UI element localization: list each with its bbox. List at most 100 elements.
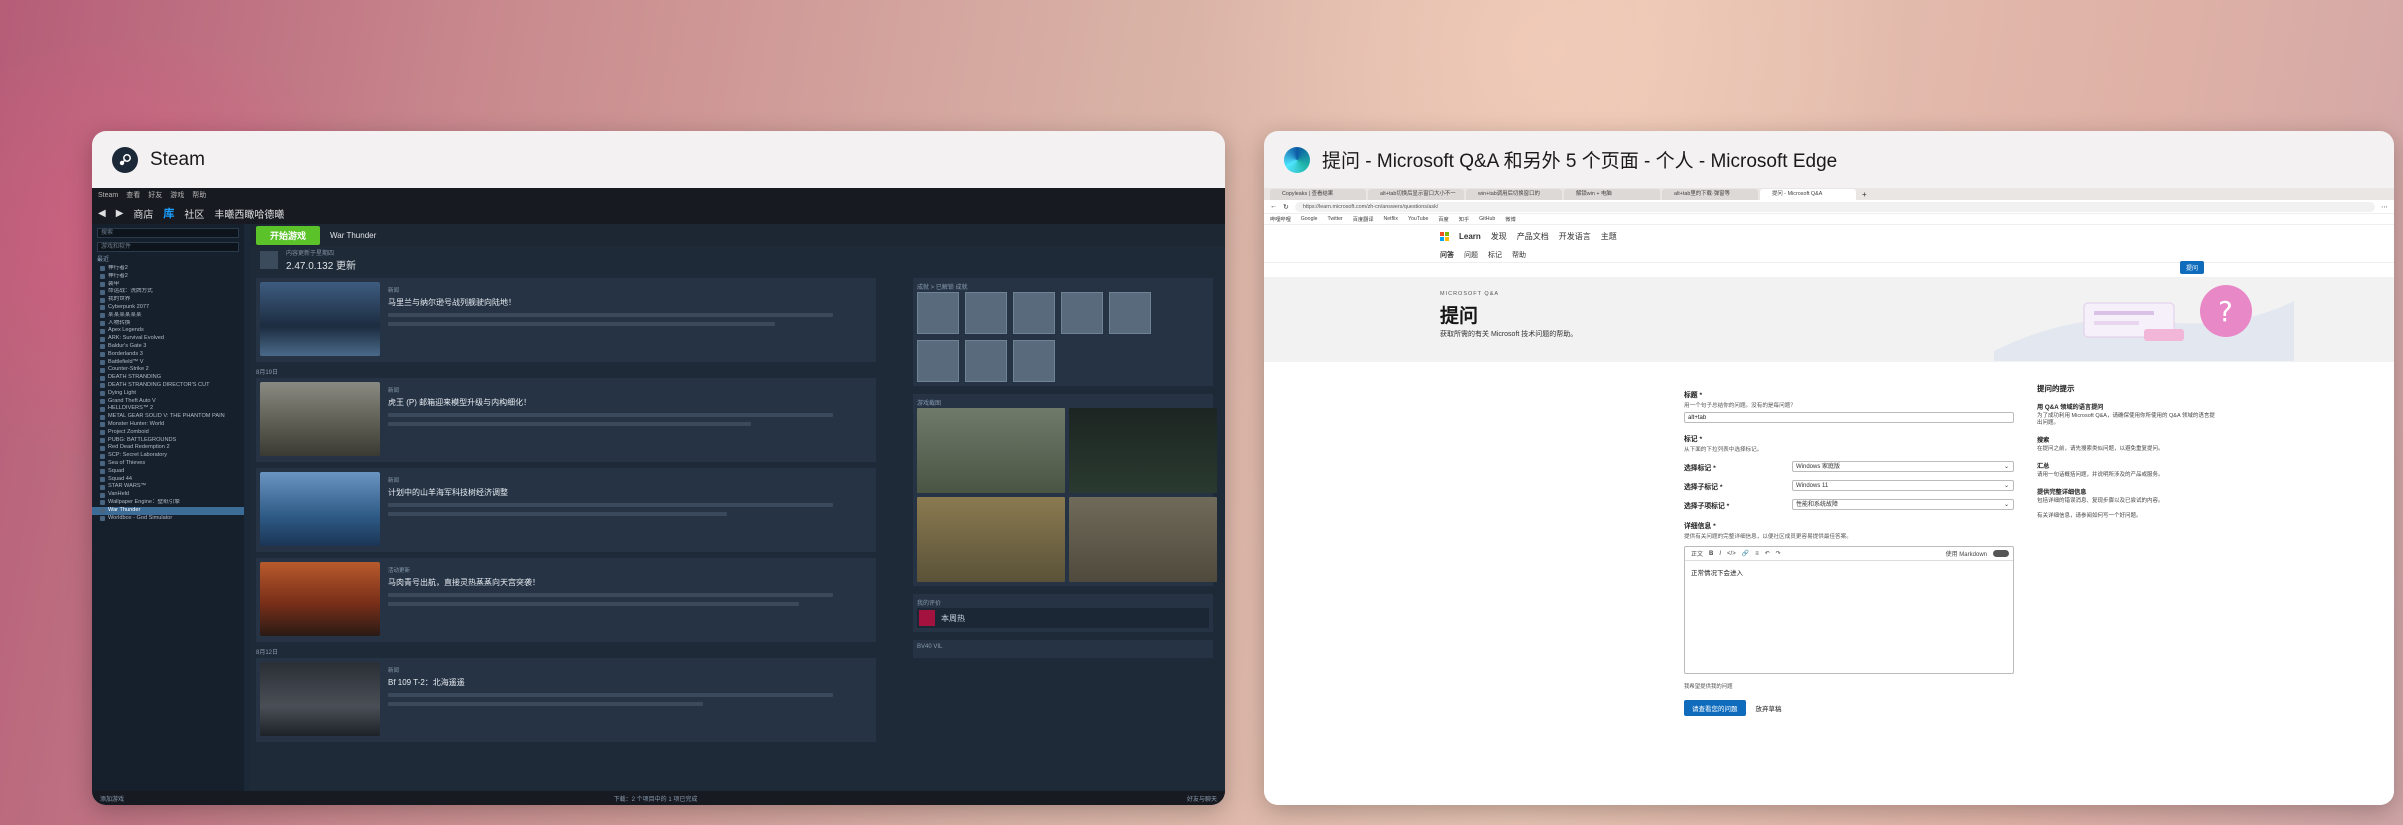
- favorite-link[interactable]: Netflix: [1384, 216, 1398, 222]
- notify-checkbox[interactable]: 我希望提供我的问题: [1684, 682, 2014, 690]
- bold-icon[interactable]: B: [1709, 551, 1713, 557]
- sidebar-game-item[interactable]: Project Zomboid: [92, 429, 244, 437]
- learn-menu-item[interactable]: 产品文档: [1517, 231, 1549, 242]
- sidebar-game-item[interactable]: Counter-Strike 2: [92, 366, 244, 374]
- sidebar-game-item[interactable]: Apex Legends: [92, 327, 244, 335]
- screenshot-thumb[interactable]: [1069, 497, 1217, 582]
- menu-item[interactable]: 帮助: [192, 190, 206, 200]
- learn-menu-item[interactable]: 发现: [1491, 231, 1507, 242]
- edge-window-thumbnail[interactable]: 提问 - Microsoft Q&A 和另外 5 个页面 - 个人 - Micr…: [1264, 131, 2394, 805]
- sidebar-game-item[interactable]: 神行者2: [92, 265, 244, 273]
- sidebar-game-item[interactable]: War Thunder: [92, 506, 244, 515]
- sidebar-game-item[interactable]: Red Dead Redemption 2: [92, 444, 244, 452]
- learn-menu-item[interactable]: 开发语言: [1559, 231, 1591, 242]
- sidebar-game-item[interactable]: Dying Light: [92, 390, 244, 398]
- favorite-link[interactable]: 微博: [1505, 216, 1515, 223]
- sidebar-game-item[interactable]: STAR WARS™: [92, 483, 244, 491]
- discard-draft-button[interactable]: 放弃草稿: [1756, 703, 1782, 713]
- activity-panel[interactable]: 我的评价 本周热: [913, 594, 1213, 632]
- refresh-icon[interactable]: ↻: [1283, 203, 1289, 211]
- sidebar-game-item[interactable]: 神行者2: [92, 273, 244, 281]
- sidebar-game-item[interactable]: Wallpaper Engine：壁纸引擎: [92, 499, 244, 507]
- italic-icon[interactable]: I: [1719, 551, 1721, 557]
- screenshot-thumb[interactable]: [917, 497, 1065, 582]
- sidebar-game-item[interactable]: Battlefield™ V: [92, 359, 244, 367]
- download-status[interactable]: 下载：2 个项目中的 1 项已完成: [614, 794, 698, 803]
- back-arrow-icon[interactable]: ◀: [98, 208, 106, 219]
- sidebar-game-item[interactable]: Monster Hunter: World: [92, 421, 244, 429]
- news-card[interactable]: 新闻 计划中的山羊海军科技树经济调整: [256, 468, 876, 552]
- subnav-item[interactable]: 问答: [1440, 250, 1454, 260]
- nav-community[interactable]: 社区: [184, 206, 204, 221]
- childtag-select[interactable]: 性能和系统故障 ⌄: [1792, 499, 2014, 510]
- achievements-panel[interactable]: 成就 > 已解锁 成就: [913, 278, 1213, 386]
- sidebar-game-item[interactable]: Baldur's Gate 3: [92, 343, 244, 351]
- details-editor[interactable]: 正文 B I </> 🔗 ≡ ↶ ↷ 使用 Markdown 正常情况下会进入: [1684, 546, 2014, 674]
- nav-store[interactable]: 商店: [133, 206, 153, 221]
- forward-arrow-icon[interactable]: ▶: [116, 208, 124, 219]
- sidebar-game-item[interactable]: 装甲: [92, 281, 244, 289]
- menu-item[interactable]: 好友: [148, 190, 162, 200]
- tips-footer-link[interactable]: 有关详细信息，请参阅如何写一个好问题。: [2037, 513, 2217, 520]
- editor-content[interactable]: 正常情况下会进入: [1685, 561, 2013, 583]
- achievement-badge[interactable]: [1013, 292, 1055, 334]
- browser-tab[interactable]: alt+tab切换后显示窗口大小不一: [1368, 189, 1464, 200]
- sidebar-game-item[interactable]: 命运战：洗牌方式: [92, 288, 244, 296]
- steam-window-thumbnail[interactable]: Steam Steam 查看 好友 游戏 帮助 ◀ ▶ 商店 库 社区 丰曦西瞰…: [92, 131, 1225, 805]
- library-search-input[interactable]: 搜索: [97, 228, 239, 238]
- microsoft-logo-icon[interactable]: [1440, 231, 1449, 241]
- sidebar-game-item[interactable]: 我的世界: [92, 296, 244, 304]
- subnav-item[interactable]: 帮助: [1512, 250, 1526, 260]
- achievement-badge[interactable]: [1061, 292, 1103, 334]
- subnav-item[interactable]: 标记: [1488, 250, 1502, 260]
- nav-profile[interactable]: 丰曦西瞰哈德曦: [214, 206, 284, 221]
- sidebar-game-item[interactable]: Borderlands 3: [92, 351, 244, 359]
- friends-panel[interactable]: BV40 VIL: [913, 640, 1213, 658]
- add-game-button[interactable]: 添加游戏: [100, 794, 124, 803]
- text-style-dropdown[interactable]: 正文: [1691, 549, 1703, 558]
- achievement-badge[interactable]: [917, 292, 959, 334]
- sidebar-game-item[interactable]: DEATH STRANDING DIRECTOR'S CUT: [92, 382, 244, 390]
- address-input[interactable]: https://learn.microsoft.com/zh-cn/answer…: [1294, 201, 2375, 212]
- learn-brand[interactable]: Learn: [1459, 232, 1481, 241]
- sidebar-game-item[interactable]: 某某某某某某: [92, 312, 244, 320]
- browser-tab[interactable]: win+tab调用后切换窗口的: [1466, 189, 1562, 200]
- browser-tab[interactable]: Copyleaks | 查看结果: [1270, 189, 1366, 200]
- subnav-item[interactable]: 问题: [1464, 250, 1478, 260]
- update-banner[interactable]: 内容更新于星期四 2.47.0.132 更新: [250, 246, 1225, 274]
- favorite-link[interactable]: Google: [1301, 216, 1318, 222]
- sidebar-game-item[interactable]: Cyberpunk 2077: [92, 304, 244, 312]
- sidebar-game-item[interactable]: HELLDIVERS™ 2: [92, 405, 244, 413]
- news-card[interactable]: 新闻 Bf 109 T-2：北海遥遥: [256, 658, 876, 742]
- learn-menu-item[interactable]: 主题: [1601, 231, 1617, 242]
- sidebar-game-item[interactable]: VanHeld: [92, 491, 244, 499]
- subtag-select[interactable]: Windows 11 ⌄: [1792, 480, 2014, 491]
- favorite-link[interactable]: 哔哩哔哩: [1270, 216, 1291, 223]
- redo-icon[interactable]: ↷: [1776, 550, 1781, 557]
- menu-item[interactable]: 游戏: [170, 190, 184, 200]
- sidebar-game-item[interactable]: Sea of Thieves: [92, 460, 244, 468]
- favorite-link[interactable]: 知乎: [1459, 216, 1469, 223]
- sidebar-game-item[interactable]: ARK: Survival Evolved: [92, 335, 244, 343]
- news-card[interactable]: 活动更新 马肉青号出航，直接灵热蒸蒸向天宫突袭！: [256, 558, 876, 642]
- achievement-badge[interactable]: [965, 340, 1007, 382]
- favorite-link[interactable]: GitHub: [1479, 216, 1495, 222]
- tag-select[interactable]: Windows 家庭版 ⌄: [1792, 461, 2014, 472]
- markdown-toggle[interactable]: [1993, 550, 2009, 557]
- sidebar-game-item[interactable]: 人物转换: [92, 320, 244, 328]
- sidebar-game-item[interactable]: Squad 44: [92, 476, 244, 484]
- sidebar-game-item[interactable]: PUBG: BATTLEGROUNDS: [92, 437, 244, 445]
- sidebar-game-item[interactable]: Grand Theft Auto V: [92, 398, 244, 406]
- submit-button[interactable]: 请查看您的问题: [1684, 700, 1746, 716]
- sidebar-game-item[interactable]: Squad: [92, 468, 244, 476]
- screenshots-panel[interactable]: 游戏截图: [913, 394, 1217, 586]
- friends-chat-button[interactable]: 好友与聊天: [1187, 794, 1217, 803]
- favorite-link[interactable]: 百度: [1438, 216, 1448, 223]
- screenshot-thumb[interactable]: [917, 408, 1065, 493]
- browser-tab-active[interactable]: 提问 - Microsoft Q&A: [1760, 189, 1856, 200]
- sidebar-game-item[interactable]: Worldbox - God Simulator: [92, 515, 244, 523]
- undo-icon[interactable]: ↶: [1765, 550, 1770, 557]
- title-input[interactable]: alt+tab: [1684, 412, 2014, 423]
- settings-menu-icon[interactable]: ⋯: [2381, 203, 2388, 211]
- news-card[interactable]: 新闻 马里兰与纳尔逊号战列舰驶向陆地！: [256, 278, 876, 362]
